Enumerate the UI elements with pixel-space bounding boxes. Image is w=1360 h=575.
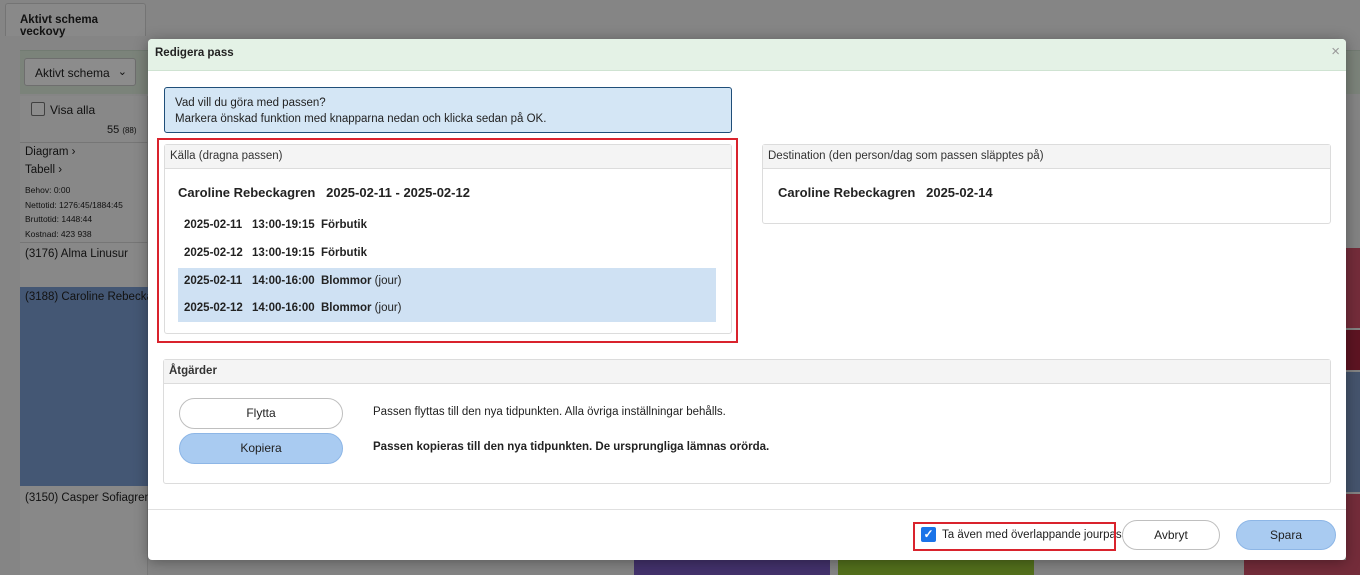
info-line: Markera önskad funktion med knapparna ne… xyxy=(175,113,547,125)
dialog-header: Redigera pass × xyxy=(148,39,1346,71)
destination-title: Caroline Rebeckagren 2025-02-14 xyxy=(778,185,993,200)
info-box: Vad vill du göra med passen? Markera öns… xyxy=(164,87,732,133)
actions-panel-header: Åtgärder xyxy=(164,360,1330,384)
info-line: Vad vill du göra med passen? xyxy=(175,97,326,109)
highlight-frame xyxy=(913,522,1116,551)
copy-button[interactable]: Kopiera xyxy=(179,433,343,464)
destination-panel-header: Destination (den person/dag som passen s… xyxy=(763,145,1330,169)
move-description: Passen flyttas till den nya tidpunkten. … xyxy=(373,406,726,418)
save-button[interactable]: Spara xyxy=(1236,520,1336,550)
cancel-button[interactable]: Avbryt xyxy=(1122,520,1220,550)
copy-description: Passen kopieras till den nya tidpunkten.… xyxy=(373,441,770,453)
move-button[interactable]: Flytta xyxy=(179,398,343,429)
destination-panel: Destination (den person/dag som passen s… xyxy=(762,144,1331,224)
highlight-frame xyxy=(157,138,738,343)
edit-shift-dialog: Redigera pass × Vad vill du göra med pas… xyxy=(148,39,1346,560)
dialog-title: Redigera pass xyxy=(155,47,234,59)
close-icon[interactable]: × xyxy=(1331,43,1340,60)
